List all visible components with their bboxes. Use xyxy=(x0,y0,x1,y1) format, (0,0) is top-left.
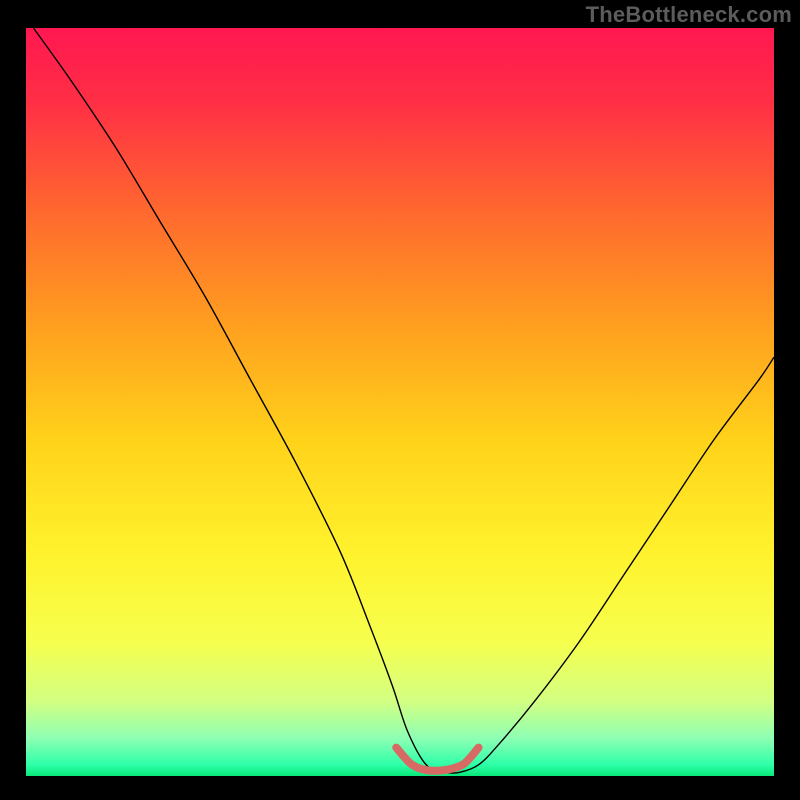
bottleneck-chart xyxy=(0,0,800,800)
chart-container: TheBottleneck.com xyxy=(0,0,800,800)
watermark-text: TheBottleneck.com xyxy=(586,2,792,28)
chart-background xyxy=(26,28,774,776)
